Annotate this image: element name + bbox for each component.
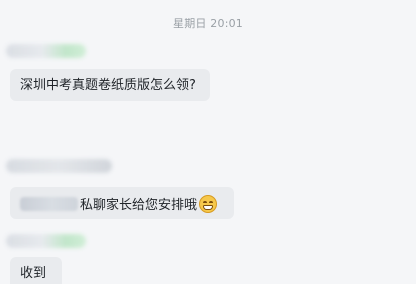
message-text: 深圳中考真题卷纸质版怎么领? — [20, 78, 196, 93]
message-bubble[interactable]: 收到 — [10, 257, 62, 284]
message-bubble[interactable]: 私聊家长给您安排哦 — [10, 187, 234, 219]
chat-window: 星期日 20:01 深圳中考真题卷纸质版怎么领? 私聊家长给您安排哦 收到 — [0, 0, 416, 284]
sender-name-redacted — [6, 44, 86, 58]
sender-name-redacted — [6, 159, 112, 173]
message-bubble[interactable]: 深圳中考真题卷纸质版怎么领? — [10, 69, 210, 101]
redacted-text — [20, 197, 78, 211]
sender-name-redacted — [6, 234, 86, 248]
message-timestamp: 星期日 20:01 — [173, 17, 243, 30]
message-text: 收到 — [20, 266, 47, 281]
grinning-face-icon — [199, 195, 218, 213]
message-text: 私聊家长给您安排哦 — [80, 198, 198, 213]
